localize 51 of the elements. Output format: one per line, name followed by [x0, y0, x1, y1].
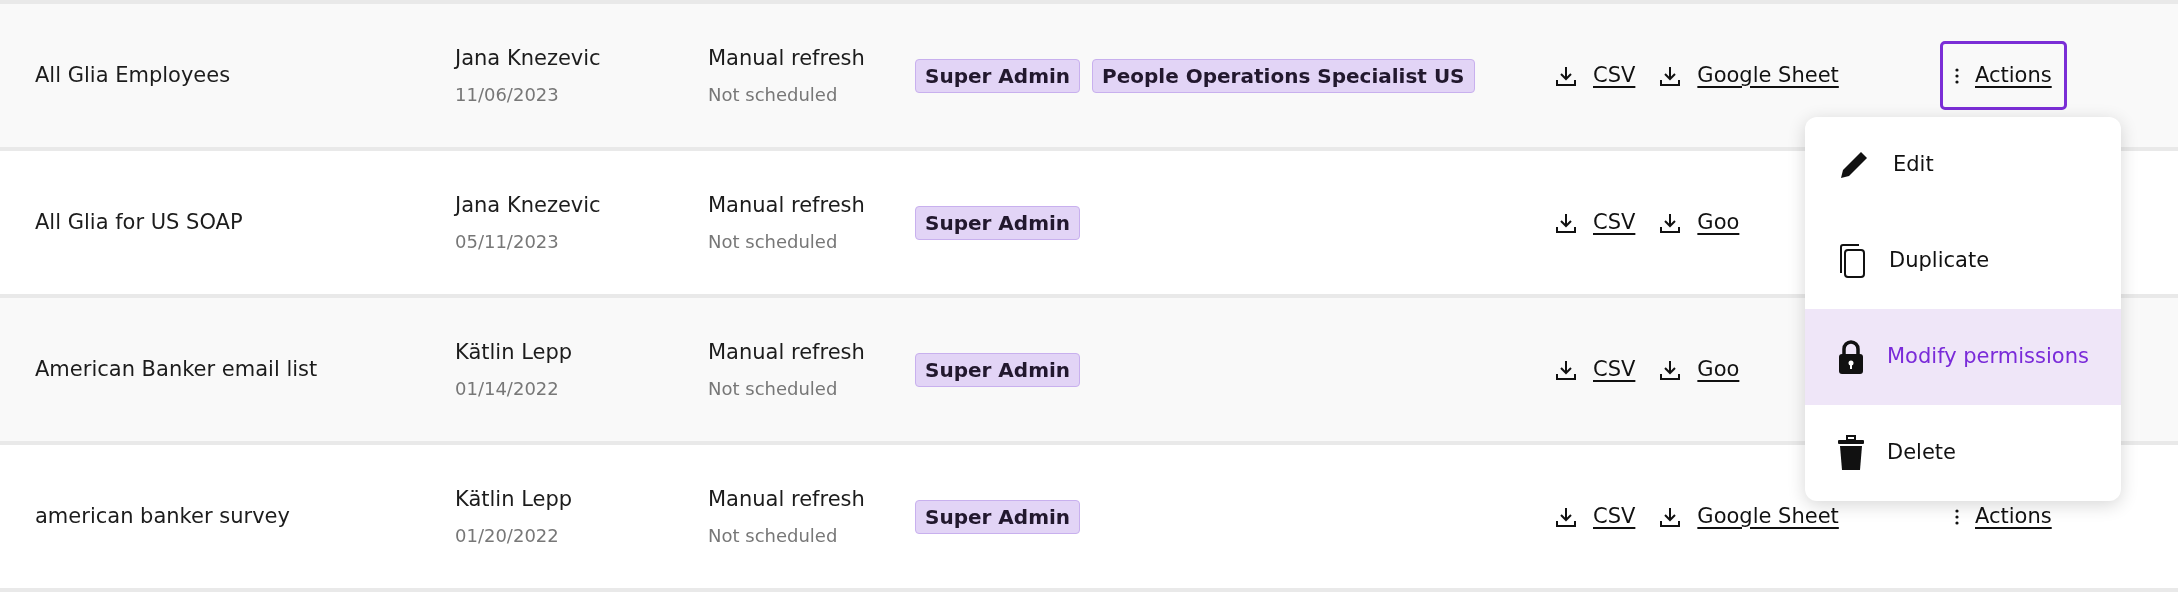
role-tag: Super Admin — [915, 58, 1081, 93]
refresh-mode: Manual refresh — [708, 486, 866, 514]
role-tag: People Operations Specialist US — [1092, 58, 1475, 93]
actions-button[interactable]: Actions — [1940, 40, 2067, 111]
list-name: American Banker email list — [35, 356, 318, 381]
schedule-status: Not scheduled — [708, 82, 839, 107]
export-link[interactable]: CSV — [1593, 59, 1636, 92]
download-icon — [1659, 64, 1682, 87]
export-link[interactable]: Google Sheet — [1697, 59, 1839, 92]
list-name: All Glia for US SOAP — [35, 209, 243, 234]
menu-item[interactable]: Modify permissions — [1805, 309, 2121, 405]
list-name: american banker survey — [35, 503, 290, 528]
refresh-mode: Manual refresh — [708, 45, 866, 73]
created-date: 01/20/2022 — [455, 523, 560, 548]
created-date: 01/14/2022 — [455, 376, 560, 401]
export-link[interactable]: CSV — [1593, 500, 1636, 533]
download-icon — [1659, 358, 1682, 381]
download-icon — [1659, 211, 1682, 234]
kebab-icon — [1955, 67, 1959, 84]
trash-icon — [1837, 435, 1865, 471]
owner-name: Jana Knezevic — [455, 45, 602, 73]
role-tag: Super Admin — [915, 352, 1081, 387]
refresh-mode: Manual refresh — [708, 192, 866, 220]
download-icon — [1555, 505, 1577, 528]
download-icon — [1555, 64, 1577, 87]
menu-item[interactable]: Duplicate — [1805, 213, 2121, 309]
lock-icon — [1837, 339, 1865, 375]
menu-item[interactable]: Delete — [1805, 405, 2121, 501]
owner-name: Kätlin Lepp — [455, 339, 574, 367]
copy-icon — [1837, 243, 1867, 279]
export-link[interactable]: Goo — [1697, 206, 1740, 239]
menu-item[interactable]: Edit — [1805, 117, 2121, 213]
list-name: All Glia Employees — [35, 62, 231, 87]
created-date: 05/11/2023 — [455, 229, 560, 254]
export-link[interactable]: Google Sheet — [1697, 500, 1839, 533]
export-link[interactable]: CSV — [1593, 353, 1636, 386]
refresh-mode: Manual refresh — [708, 339, 866, 367]
kebab-icon — [1955, 508, 1959, 525]
download-icon — [1555, 358, 1577, 381]
download-icon — [1555, 211, 1577, 234]
owner-name: Kätlin Lepp — [455, 486, 574, 514]
schedule-status: Not scheduled — [708, 523, 839, 548]
download-icon — [1659, 505, 1682, 528]
export-link[interactable]: Goo — [1697, 353, 1740, 386]
schedule-status: Not scheduled — [708, 376, 839, 401]
schedule-status: Not scheduled — [708, 229, 839, 254]
created-date: 11/06/2023 — [455, 82, 560, 107]
owner-name: Jana Knezevic — [455, 192, 602, 220]
export-link[interactable]: CSV — [1593, 206, 1636, 239]
role-tag: Super Admin — [915, 499, 1081, 534]
role-tag: Super Admin — [915, 205, 1081, 240]
